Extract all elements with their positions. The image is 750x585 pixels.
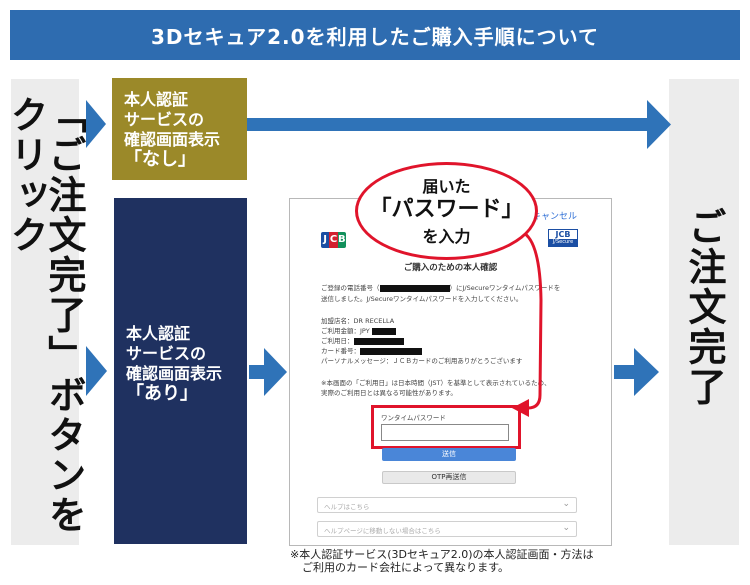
footnote-line1: ※本人認証サービス(3Dセキュア2.0)の本人認証画面・方法は <box>290 548 594 561</box>
password-callout: 届いた 「パスワード」 を入力 <box>355 162 538 260</box>
callout-line1: 届いた <box>422 177 471 196</box>
callout-arrow <box>512 230 543 417</box>
footnote-line2: ご利用のカード会社によって異なります。 <box>302 561 510 574</box>
callout-line2: 「パスワード」 <box>369 197 524 222</box>
callout-line3: を入力 <box>422 227 471 246</box>
footnote: ※本人認証サービス(3Dセキュア2.0)の本人認証画面・方法は ご利用のカード会… <box>290 548 730 574</box>
